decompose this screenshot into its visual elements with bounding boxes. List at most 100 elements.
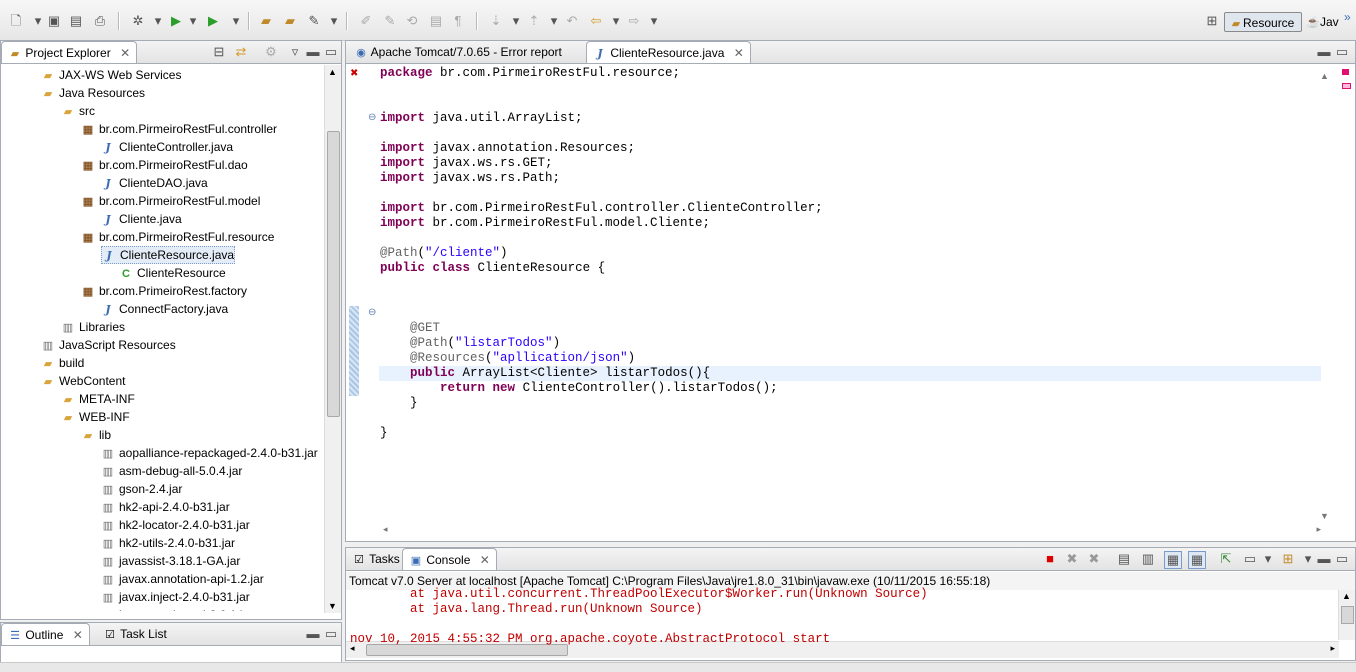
close-icon[interactable]: ✕ bbox=[120, 46, 130, 60]
dropdown-icon[interactable]: ▾ bbox=[608, 13, 624, 29]
dropdown-icon[interactable]: ▾ bbox=[30, 13, 46, 29]
fold-toggle-icon[interactable]: ⊖ bbox=[368, 307, 376, 318]
back-icon[interactable]: ⇦ bbox=[588, 13, 604, 29]
tab-project-explorer[interactable]: ▰ Project Explorer ✕ bbox=[1, 41, 138, 63]
tree-item[interactable]: ▦ br.com.PirmeiroRestFul.resource bbox=[81, 228, 275, 246]
tab-tomcat-error-report[interactable]: ◉ Apache Tomcat/7.0.65 - Error report bbox=[348, 41, 568, 63]
close-icon[interactable]: ✕ bbox=[734, 46, 744, 60]
tree-item[interactable]: ▰ META-INF bbox=[61, 390, 135, 408]
tree-item[interactable]: ▦ br.com.PirmeiroRestFul.dao bbox=[81, 156, 248, 174]
dropdown-icon[interactable]: ▾ bbox=[546, 13, 562, 29]
tree-item[interactable]: ▥ gson-2.4.jar bbox=[101, 480, 183, 498]
code-line[interactable]: @GET bbox=[380, 321, 440, 336]
minimize-icon[interactable]: ▬ bbox=[305, 44, 321, 60]
forward-icon[interactable]: ⇨ bbox=[626, 13, 642, 29]
search-tool-icon[interactable]: ✎ bbox=[306, 13, 322, 29]
more-perspectives-icon[interactable]: » bbox=[1344, 10, 1351, 24]
warning-overview-marker[interactable] bbox=[1342, 83, 1351, 89]
tree-item[interactable]: ▰ build bbox=[41, 354, 85, 372]
tree-item[interactable]: ▰ src bbox=[61, 102, 95, 120]
code-line[interactable]: } bbox=[380, 426, 388, 441]
scroll-right-icon[interactable]: ▸ bbox=[1330, 643, 1335, 654]
dropdown-icon[interactable]: ▾ bbox=[326, 13, 342, 29]
last-edit-icon[interactable]: ↶ bbox=[564, 13, 580, 29]
maximize-icon[interactable]: ▭ bbox=[1334, 551, 1350, 567]
scroll-up-icon[interactable]: ▲ bbox=[328, 67, 337, 77]
maximize-icon[interactable]: ▭ bbox=[1334, 44, 1350, 60]
scroll-right-icon[interactable]: ▸ bbox=[1316, 524, 1321, 535]
tree-vertical-scrollbar[interactable]: ▲ ▼ bbox=[324, 65, 341, 613]
toggle-icon[interactable]: ⟲ bbox=[404, 13, 420, 29]
scroll-lock-icon[interactable]: ▥ bbox=[1140, 551, 1156, 567]
code-line[interactable]: } bbox=[380, 396, 418, 411]
tree-item[interactable]: ▥ hk2-api-2.4.0-b31.jar bbox=[101, 498, 230, 516]
view-menu-icon[interactable]: ▿ bbox=[287, 44, 303, 60]
tab-outline[interactable]: ☰ Outline ✕ bbox=[1, 623, 90, 645]
pin-console-icon[interactable]: ⇱ bbox=[1218, 551, 1234, 567]
filter-icon[interactable]: ⚙ bbox=[263, 44, 279, 60]
open-console-icon[interactable]: ⊞ bbox=[1280, 551, 1296, 567]
tree-item[interactable]: ▰ WebContent bbox=[41, 372, 126, 390]
tab-console[interactable]: ▣ Console ✕ bbox=[402, 548, 497, 570]
debug-icon[interactable]: ✲ bbox=[130, 13, 146, 29]
clear-console-icon[interactable]: ▤ bbox=[1116, 551, 1132, 567]
perspective-resource-button[interactable]: ▰ Resource bbox=[1224, 12, 1302, 32]
minimize-icon[interactable]: ▬ bbox=[305, 626, 321, 642]
dropdown-icon[interactable]: ▾ bbox=[1260, 551, 1276, 567]
dropdown-icon[interactable]: ▾ bbox=[646, 13, 662, 29]
dropdown-icon[interactable]: ▾ bbox=[150, 13, 166, 29]
tree-item[interactable]: ▥ javax.annotation-api-1.2.jar bbox=[101, 570, 264, 588]
terminate-icon[interactable]: ■ bbox=[1042, 551, 1058, 567]
tree-item[interactable]: ▰ lib bbox=[81, 426, 111, 444]
open-perspective-icon[interactable]: ⊞ bbox=[1204, 13, 1220, 29]
error-overview-marker[interactable] bbox=[1342, 69, 1349, 75]
open-type-icon[interactable]: ▰ bbox=[258, 13, 274, 29]
console-scroll-thumb[interactable] bbox=[1341, 606, 1354, 624]
code-line[interactable]: import java.util.ArrayList; bbox=[380, 111, 583, 126]
run-external-icon[interactable]: ▶ bbox=[205, 13, 221, 29]
scroll-left-icon[interactable]: ◂ bbox=[383, 524, 388, 535]
minimize-icon[interactable]: ▬ bbox=[1316, 44, 1332, 60]
code-line[interactable]: import br.com.PirmeiroRestFul.controller… bbox=[380, 201, 823, 216]
close-icon[interactable]: ✕ bbox=[73, 628, 83, 642]
tree-item[interactable]: ▥ aopalliance-repackaged-2.4.0-b31.jar bbox=[101, 444, 318, 462]
tree-item[interactable]: ▦ br.com.PirmeiroRestFul.model bbox=[81, 192, 261, 210]
tab-task-list[interactable]: ☑ Task List bbox=[97, 623, 173, 645]
remove-launch-icon[interactable]: ✖ bbox=[1064, 551, 1080, 567]
scroll-up-icon[interactable]: ▲ bbox=[1320, 71, 1329, 81]
dropdown-icon[interactable]: ▾ bbox=[185, 13, 201, 29]
tree-item[interactable]: C ClienteResource bbox=[119, 264, 226, 282]
tree-item[interactable]: J ClienteDAO.java bbox=[101, 174, 207, 192]
code-line[interactable]: @Path("listarTodos") bbox=[380, 336, 560, 351]
tree-item[interactable]: ▥ hk2-locator-2.4.0-b31.jar bbox=[101, 516, 250, 534]
run-icon[interactable]: ▶ bbox=[168, 13, 184, 29]
remove-all-icon[interactable]: ✖ bbox=[1086, 551, 1102, 567]
collapse-all-icon[interactable]: ⊟ bbox=[211, 44, 227, 60]
tree-scroll-thumb[interactable] bbox=[327, 131, 340, 417]
tree-item[interactable]: J Cliente.java bbox=[101, 210, 181, 228]
link-editor-icon[interactable]: ⇄ bbox=[233, 44, 249, 60]
tree-item[interactable]: ▰ JAX-WS Web Services bbox=[41, 66, 182, 84]
block-icon[interactable]: ▤ bbox=[428, 13, 444, 29]
tree-item[interactable]: ▥ JavaScript Resources bbox=[41, 336, 176, 354]
tree-item[interactable]: ▥ Libraries bbox=[61, 318, 125, 336]
tree-item[interactable]: ▥ asm-debug-all-5.0.4.jar bbox=[101, 462, 243, 480]
scroll-down-icon[interactable]: ▼ bbox=[328, 601, 337, 611]
show-stdout-icon[interactable]: ▦ bbox=[1164, 551, 1182, 569]
tree-item[interactable]: ▦ br.com.PrimeiroRest.factory bbox=[81, 282, 247, 300]
code-line[interactable]: package br.com.PirmeiroRestFul.resource; bbox=[380, 66, 680, 81]
code-line[interactable]: public class ClienteResource { bbox=[380, 261, 605, 276]
tab-cliente-resource[interactable]: J ClienteResource.java ✕ bbox=[586, 41, 751, 63]
dropdown-icon[interactable]: ▾ bbox=[1300, 551, 1316, 567]
tree-item[interactable]: ▥ hk2-utils-2.4.0-b31.jar bbox=[101, 534, 235, 552]
code-line[interactable]: public ArrayList<Cliente> listarTodos(){ bbox=[380, 366, 710, 381]
dropdown-icon[interactable]: ▾ bbox=[228, 13, 244, 29]
open-folder-icon[interactable]: ▰ bbox=[282, 13, 298, 29]
display-console-icon[interactable]: ▭ bbox=[1242, 551, 1258, 567]
tree-item[interactable]: ▰ Java Resources bbox=[41, 84, 145, 102]
scroll-down-icon[interactable]: ▼ bbox=[1320, 511, 1329, 521]
code-line[interactable]: @Resources("apllication/json") bbox=[380, 351, 635, 366]
minimize-icon[interactable]: ▬ bbox=[1316, 551, 1332, 567]
code-line[interactable]: import javax.ws.rs.Path; bbox=[380, 171, 560, 186]
next-annotation-icon[interactable]: ⇣ bbox=[488, 13, 504, 29]
